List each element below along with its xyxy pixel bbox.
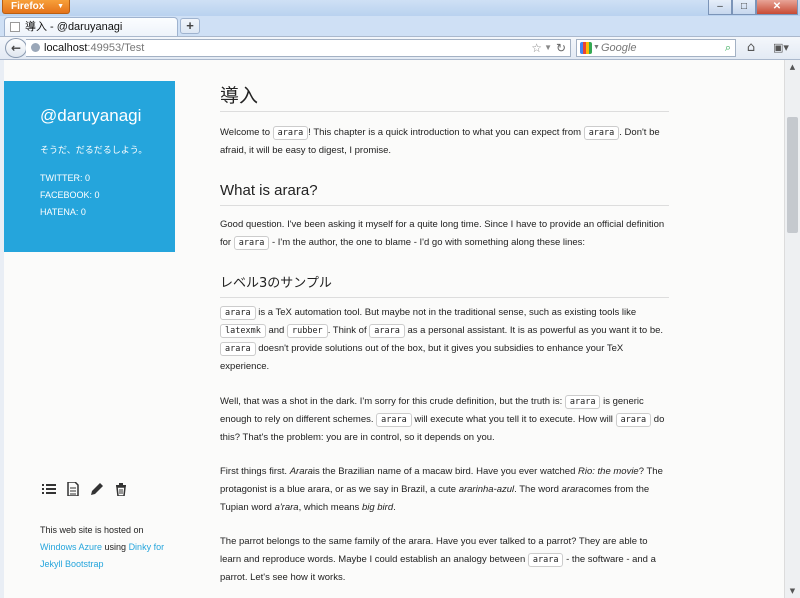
- code-arara: arara: [376, 413, 412, 427]
- code-arara: arara: [527, 553, 564, 567]
- text: Well, that was a shot in the dark. I'm s…: [220, 396, 565, 407]
- back-button[interactable]: ←: [5, 38, 27, 58]
- text: - I'm the author, the one to blame - I'd…: [269, 237, 586, 248]
- code-arara: arara: [233, 236, 270, 250]
- intro-paragraph: Welcome to arara! This chapter is a quic…: [220, 124, 669, 160]
- google-engine-icon[interactable]: [580, 42, 592, 54]
- close-button[interactable]: ✕: [756, 0, 798, 15]
- trash-icon[interactable]: [114, 482, 128, 496]
- scroll-down-icon[interactable]: ▼: [785, 584, 800, 598]
- minimize-button[interactable]: –: [708, 0, 732, 15]
- text: First things first.: [220, 466, 290, 477]
- page-title: 導入: [220, 87, 669, 112]
- dropdown-arrow-icon: ▼: [57, 3, 64, 10]
- text: . Think of: [327, 325, 370, 336]
- text: doesn't provide solutions out of the box…: [220, 343, 624, 372]
- document-icon[interactable]: [66, 482, 80, 496]
- pencil-icon[interactable]: [90, 482, 104, 496]
- scroll-up-icon[interactable]: ▲: [785, 60, 800, 74]
- text: and: [265, 325, 287, 336]
- page-viewport: @daruyanagi そうだ、だるだるしよう。 TWITTER: 0 FACE…: [4, 60, 784, 598]
- text: . The word: [514, 484, 562, 495]
- new-tab-button[interactable]: +: [180, 18, 200, 34]
- url-history-dropdown-icon[interactable]: ▼: [544, 40, 552, 56]
- paragraph-3: Well, that was a shot in the dark. I'm s…: [220, 393, 669, 447]
- search-bar[interactable]: ▼ Google ⌕: [576, 39, 736, 57]
- reload-icon[interactable]: ↻: [556, 40, 566, 56]
- navigation-toolbar: ← localhost:49953/Test ☆ ▼ ↻ ▼ Google ⌕ …: [0, 36, 800, 60]
- code-rubber: rubber: [286, 324, 328, 338]
- text: ! This chapter is a quick introduction t…: [308, 127, 584, 138]
- stat-twitter[interactable]: TWITTER: 0: [40, 173, 90, 183]
- site-identity-icon[interactable]: [31, 43, 40, 52]
- paragraph-4: First things first. Ararais the Brazilia…: [220, 463, 669, 517]
- paragraph-2: arara is a TeX automation tool. But mayb…: [220, 304, 669, 376]
- maximize-button[interactable]: □: [732, 0, 756, 15]
- tab-bar: 導入 - @daruyanagi +: [0, 16, 800, 36]
- search-icon[interactable]: ⌕: [725, 40, 731, 56]
- tab-title: 導入 - @daruyanagi: [25, 21, 123, 33]
- code-arara: arara: [615, 413, 652, 427]
- emphasis: a'rara: [274, 502, 299, 513]
- code-arara: arara: [220, 342, 256, 356]
- section-heading-what-is-arara: What is arara?: [220, 182, 669, 206]
- scrollbar-thumb[interactable]: [787, 117, 798, 233]
- bookmarks-menu-button[interactable]: ▣▾: [768, 40, 794, 56]
- home-icon: ⌂: [746, 40, 756, 55]
- vertical-scrollbar[interactable]: ▲ ▼: [784, 60, 800, 598]
- site-tagline: そうだ、だるだるしよう。: [40, 146, 148, 156]
- paragraph-5: The parrot belongs to the same family of…: [220, 533, 669, 587]
- url-bar[interactable]: localhost:49953/Test ☆ ▼ ↻: [26, 39, 571, 57]
- stat-facebook[interactable]: FACEBOOK: 0: [40, 190, 100, 200]
- hosted-using: using: [102, 542, 129, 552]
- paragraph-1: Good question. I've been asking it mysel…: [220, 216, 669, 252]
- list-icon[interactable]: [42, 482, 56, 496]
- url-host: localhost: [44, 42, 88, 54]
- code-arara: arara: [564, 395, 601, 409]
- url-path: :49953/Test: [87, 42, 145, 54]
- text: is the Brazilian name of a macaw bird. H…: [312, 466, 578, 477]
- bookmark-star-icon[interactable]: ☆: [531, 40, 542, 56]
- emphasis: ararinha-azul: [458, 484, 515, 495]
- emphasis: Arara: [289, 466, 313, 477]
- firefox-menu-button[interactable]: Firefox ▼: [2, 0, 70, 14]
- window-controls: – □ ✕: [708, 0, 798, 15]
- bookmarks-icon: ▣▾: [773, 41, 789, 54]
- text: Welcome to: [220, 127, 273, 138]
- home-button[interactable]: ⌂: [742, 40, 760, 56]
- back-arrow-icon: ←: [10, 41, 22, 55]
- text: will execute what you tell it to execute…: [411, 414, 616, 425]
- title-bar: Firefox ▼ – □ ✕: [0, 0, 800, 16]
- stat-hatena[interactable]: HATENA: 0: [40, 207, 86, 217]
- sidebar-header: @daruyanagi そうだ、だるだるしよう。 TWITTER: 0 FACE…: [4, 81, 175, 252]
- emphasis: Rio: the movie: [578, 466, 639, 477]
- post-tools: [42, 482, 128, 496]
- link-windows-azure[interactable]: Windows Azure: [40, 542, 102, 552]
- text: is a TeX automation tool. But maybe not …: [255, 307, 637, 318]
- text: , which means: [298, 502, 362, 513]
- hosted-prefix: This web site is hosted on: [40, 525, 144, 535]
- code-arara: arara: [369, 324, 405, 338]
- emphasis: arara: [561, 484, 584, 495]
- page-favicon-icon: [10, 22, 20, 32]
- text: as a personal assistant. It is as powerf…: [404, 325, 664, 336]
- tab-active[interactable]: 導入 - @daruyanagi: [4, 17, 178, 36]
- code-arara: arara: [220, 306, 256, 320]
- subsection-heading-level3: レベル3のサンプル: [220, 275, 669, 298]
- text: .: [393, 502, 396, 513]
- site-name[interactable]: @daruyanagi: [40, 106, 141, 126]
- code-arara: arara: [272, 126, 309, 140]
- search-placeholder: Google: [601, 42, 637, 54]
- code-latexmk: latexmk: [220, 324, 266, 338]
- emphasis: big bird: [361, 502, 394, 513]
- hosted-note: This web site is hosted on Windows Azure…: [40, 522, 180, 573]
- engine-dropdown-icon[interactable]: ▼: [593, 40, 600, 56]
- code-arara: arara: [583, 126, 620, 140]
